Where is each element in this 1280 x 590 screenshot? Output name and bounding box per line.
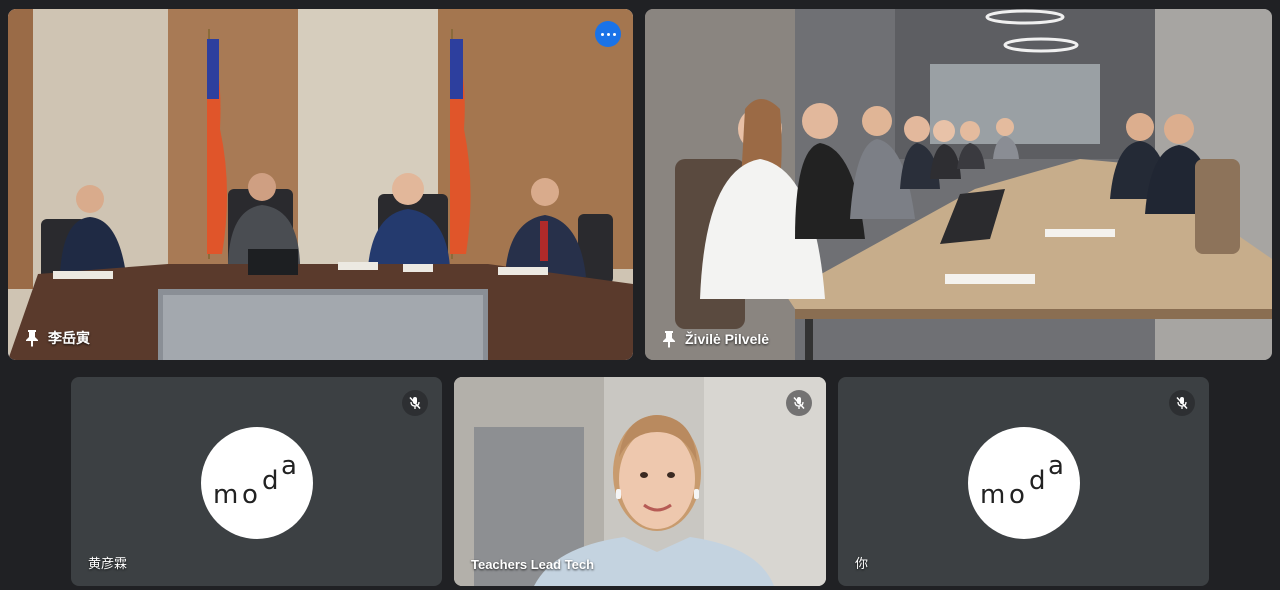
participant-name: 黄彦霖 <box>88 556 128 571</box>
participant-tile-1[interactable]: 李岳寅 <box>8 9 633 360</box>
mic-off-icon <box>409 396 421 410</box>
mic-off-icon <box>1176 396 1188 410</box>
participant-name-tag-5: 你 <box>855 553 868 572</box>
participant-name: 李岳寅 <box>48 330 90 346</box>
participant-name: Živilė Pilvelė <box>685 331 770 347</box>
participant-tile-5[interactable]: m o d a 你 <box>838 377 1209 586</box>
participant-name-tag-2: Živilė Pilvelė <box>661 330 769 348</box>
pin-icon[interactable] <box>24 329 40 347</box>
participant-video-4 <box>454 377 826 586</box>
participant-avatar: m o d a <box>200 426 313 539</box>
avatar-letter: a <box>1048 451 1064 481</box>
participant-avatar: m o d a <box>967 426 1080 539</box>
more-options-button[interactable] <box>595 21 621 47</box>
mute-indicator <box>786 390 812 416</box>
avatar-letter: o <box>242 480 258 510</box>
participant-video-1 <box>8 9 633 360</box>
participant-video-2 <box>645 9 1272 360</box>
participant-tile-2[interactable]: Živilė Pilvelė <box>645 9 1272 360</box>
more-options-icon <box>600 32 604 36</box>
participant-tile-3[interactable]: m o d a 黄彦霖 <box>71 377 442 586</box>
avatar-letter: d <box>262 466 279 496</box>
participant-name: 你 <box>855 556 869 571</box>
avatar-letter: o <box>1009 480 1025 510</box>
avatar-letter: d <box>1029 466 1046 496</box>
mute-indicator <box>402 390 428 416</box>
participant-name: Teachers Lead Tech <box>471 557 595 572</box>
mic-off-icon <box>793 396 805 410</box>
pin-icon[interactable] <box>661 330 677 348</box>
mute-indicator <box>1169 390 1195 416</box>
participant-tile-4[interactable]: Teachers Lead Tech <box>454 377 826 586</box>
avatar-letter: m <box>213 480 238 510</box>
avatar-letter: m <box>980 480 1005 510</box>
participant-name-tag-4: Teachers Lead Tech <box>471 557 594 572</box>
participant-name-tag-1: 李岳寅 <box>24 328 90 348</box>
avatar-letter: a <box>281 451 297 481</box>
participant-name-tag-3: 黄彦霖 <box>88 553 127 572</box>
